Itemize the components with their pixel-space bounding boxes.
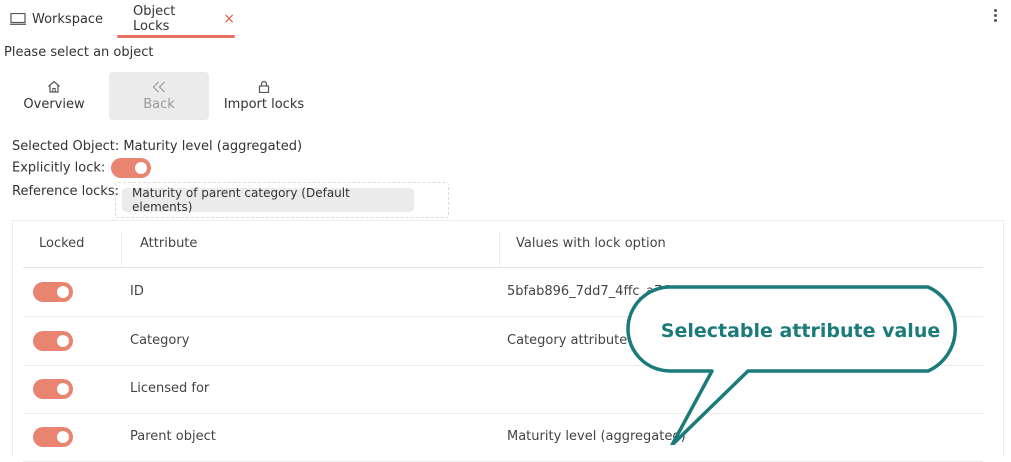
lock-icon (258, 80, 270, 93)
double-chevron-left-icon (152, 81, 165, 92)
overview-label: Overview (23, 97, 85, 112)
table-header: Locked Attribute Values with lock option (23, 221, 983, 268)
monitor-icon (10, 13, 26, 25)
tab-workspace[interactable]: Workspace (10, 0, 103, 38)
callout-text: Selectable attribute value (660, 320, 941, 342)
active-tab-indicator (117, 35, 235, 38)
instruction-text: Please select an object (4, 45, 154, 60)
reference-lock-chip[interactable]: Maturity of parent category (Default ele… (122, 186, 414, 214)
overview-button[interactable]: Overview (18, 72, 90, 120)
import-locks-button[interactable]: Import locks (221, 72, 307, 120)
selected-object-text: Selected Object: Maturity level (aggrega… (12, 139, 303, 154)
more-options-icon[interactable] (994, 9, 998, 24)
locked-toggle[interactable] (33, 331, 73, 351)
value-cell[interactable]: Category attribute (507, 317, 627, 365)
home-icon (48, 80, 60, 93)
attribute-cell: ID (130, 284, 144, 299)
back-label: Back (143, 96, 175, 112)
reference-locks-field: Maturity of parent category (Default ele… (115, 182, 449, 218)
locked-toggle[interactable] (33, 427, 73, 447)
attribute-cell: Category (130, 333, 190, 348)
close-icon[interactable]: × (223, 11, 235, 27)
locked-toggle[interactable] (33, 379, 73, 399)
tab-object-locks-label: Object Locks (133, 4, 176, 34)
column-header-locked[interactable]: Locked (39, 221, 84, 267)
column-header-values[interactable]: Values with lock option (516, 221, 666, 267)
explicit-lock-label: Explicitly lock: (12, 160, 106, 176)
locked-toggle[interactable] (33, 282, 73, 302)
import-locks-label: Import locks (223, 97, 305, 112)
column-header-attribute[interactable]: Attribute (140, 221, 197, 267)
tab-object-locks[interactable]: Object Locks × (117, 0, 235, 38)
reference-locks-label: Reference locks: (12, 184, 119, 199)
attribute-cell: Parent object (130, 429, 216, 444)
tab-workspace-label: Workspace (32, 11, 104, 27)
explicit-lock-toggle[interactable] (111, 158, 152, 178)
explicit-lock-row: Explicitly lock: (12, 158, 152, 178)
back-button[interactable]: Back (109, 72, 209, 120)
attribute-cell: Licensed for (130, 381, 210, 396)
